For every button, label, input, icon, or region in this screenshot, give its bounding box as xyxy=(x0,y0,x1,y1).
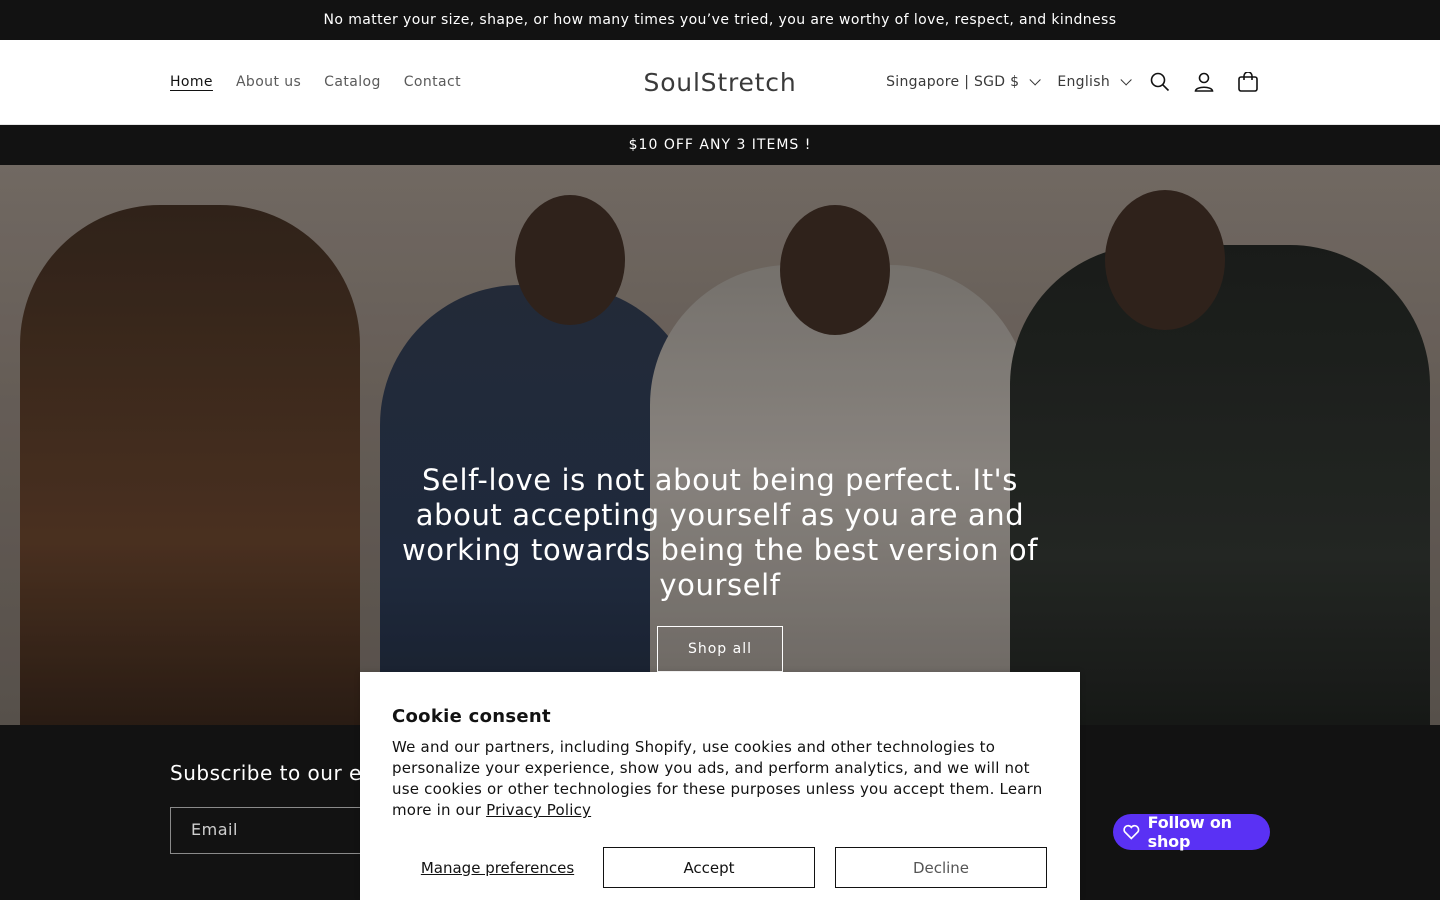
follow-on-shop-label: Follow on shop xyxy=(1147,813,1232,851)
site-logo[interactable]: SoulStretch xyxy=(644,68,797,97)
country-selector-label: Singapore | SGD $ xyxy=(886,74,1020,90)
chevron-down-icon xyxy=(1029,74,1042,86)
shop-all-button[interactable]: Shop all xyxy=(656,626,784,672)
country-selector[interactable]: Singapore | SGD $ xyxy=(876,74,1047,90)
main-nav: Home About us Catalog Contact xyxy=(170,74,473,90)
nav-home[interactable]: Home xyxy=(170,74,224,90)
cookie-actions: Manage preferences Accept Decline xyxy=(392,847,1048,888)
header-actions: Singapore | SGD $ English xyxy=(876,60,1270,104)
language-selector-label: English xyxy=(1057,74,1110,90)
account-icon xyxy=(1194,72,1214,92)
heart-icon xyxy=(1123,824,1140,840)
cart-icon xyxy=(1238,72,1258,92)
decline-button[interactable]: Decline xyxy=(835,847,1047,888)
manage-preferences-link[interactable]: Manage preferences xyxy=(392,859,603,877)
hero-content: Self-love is not about being perfect. It… xyxy=(0,463,1440,672)
email-field[interactable]: Email xyxy=(170,807,390,854)
announcement-text: No matter your size, shape, or how many … xyxy=(323,12,1117,28)
nav-catalog[interactable]: Catalog xyxy=(313,74,393,90)
hero-title: Self-love is not about being perfect. It… xyxy=(401,463,1039,602)
cookie-text: We and our partners, including Shopify, … xyxy=(392,737,1048,821)
promo-bar: $10 OFF ANY 3 ITEMS ! xyxy=(0,125,1440,165)
nav-about-us[interactable]: About us xyxy=(224,74,312,90)
privacy-policy-link[interactable]: Privacy Policy xyxy=(486,801,591,819)
language-selector[interactable]: English xyxy=(1047,74,1138,90)
nav-contact[interactable]: Contact xyxy=(392,74,472,90)
announcement-bar: No matter your size, shape, or how many … xyxy=(0,0,1440,40)
cookie-consent-dialog: Cookie consent We and our partners, incl… xyxy=(360,672,1080,900)
site-header: Home About us Catalog Contact SoulStretc… xyxy=(0,40,1440,125)
accept-button[interactable]: Accept xyxy=(603,847,815,888)
search-icon xyxy=(1150,72,1170,92)
promo-text: $10 OFF ANY 3 ITEMS ! xyxy=(628,137,812,153)
chevron-down-icon xyxy=(1120,74,1132,86)
hero-banner: Self-love is not about being perfect. It… xyxy=(0,165,1440,725)
cookie-title: Cookie consent xyxy=(392,706,551,727)
cart-button[interactable] xyxy=(1226,60,1270,104)
account-button[interactable] xyxy=(1182,60,1226,104)
search-button[interactable] xyxy=(1138,60,1182,104)
follow-on-shop-button[interactable]: Follow on shop xyxy=(1113,813,1270,851)
